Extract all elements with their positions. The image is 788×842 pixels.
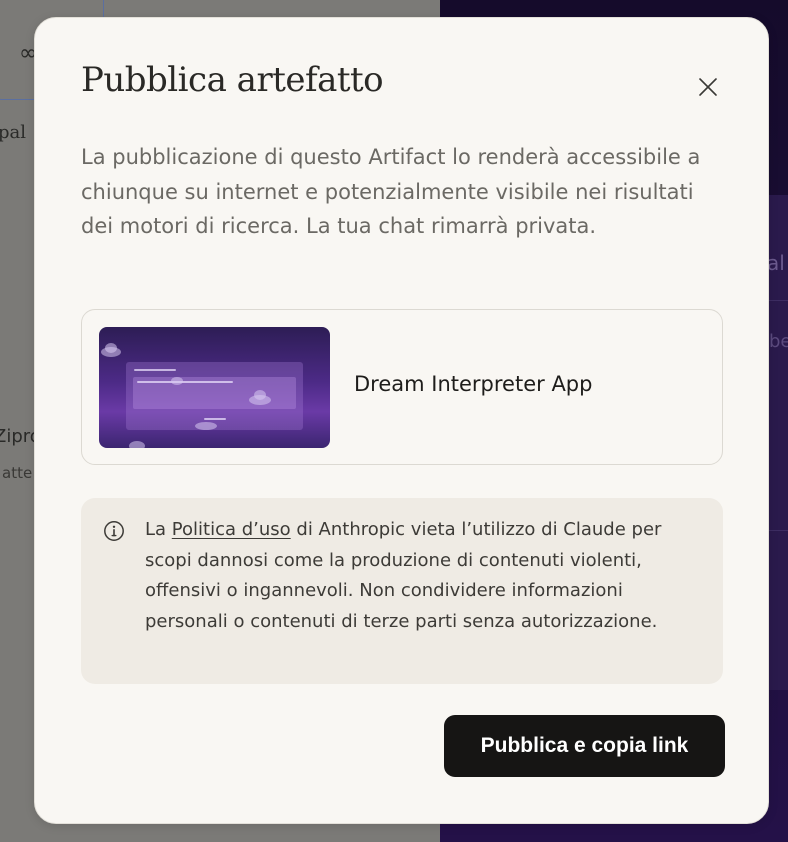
bg-text-fragment: be <box>769 331 788 352</box>
artifact-preview-card: Dream Interpreter App <box>81 309 723 465</box>
notice-prefix: La <box>145 519 172 540</box>
usage-policy-notice: La Politica d’uso di Anthropic vieta l’u… <box>81 498 723 684</box>
publish-artifact-dialog: Pubblica artefatto La pubblicazione di q… <box>34 17 769 824</box>
cloud-icon <box>105 343 117 353</box>
dialog-description: La pubblicazione di questo Artifact lo r… <box>81 145 701 238</box>
thumbnail-line <box>204 418 226 420</box>
notice-text: La Politica d’uso di Anthropic vieta l’u… <box>145 515 700 637</box>
thumbnail-line <box>137 381 233 383</box>
bg-text-fragment: pal <box>0 122 27 143</box>
cloud-icon <box>171 377 183 385</box>
thumbnail-line <box>134 369 176 371</box>
publish-and-copy-link-button[interactable]: Pubblica e copia link <box>444 715 725 777</box>
usage-policy-link[interactable]: Politica d’uso <box>172 519 291 540</box>
close-icon <box>699 78 717 96</box>
artifact-name: Dream Interpreter App <box>354 372 593 396</box>
cloud-icon <box>254 390 266 400</box>
artifact-thumbnail <box>99 327 330 448</box>
bg-text-fragment: al <box>767 251 785 275</box>
bg-text-fragment: atte <box>2 464 33 482</box>
cloud-icon <box>129 441 145 448</box>
dialog-title: Pubblica artefatto <box>81 60 384 100</box>
close-button[interactable] <box>695 74 721 100</box>
cloud-icon <box>195 422 217 430</box>
info-icon <box>104 521 124 541</box>
